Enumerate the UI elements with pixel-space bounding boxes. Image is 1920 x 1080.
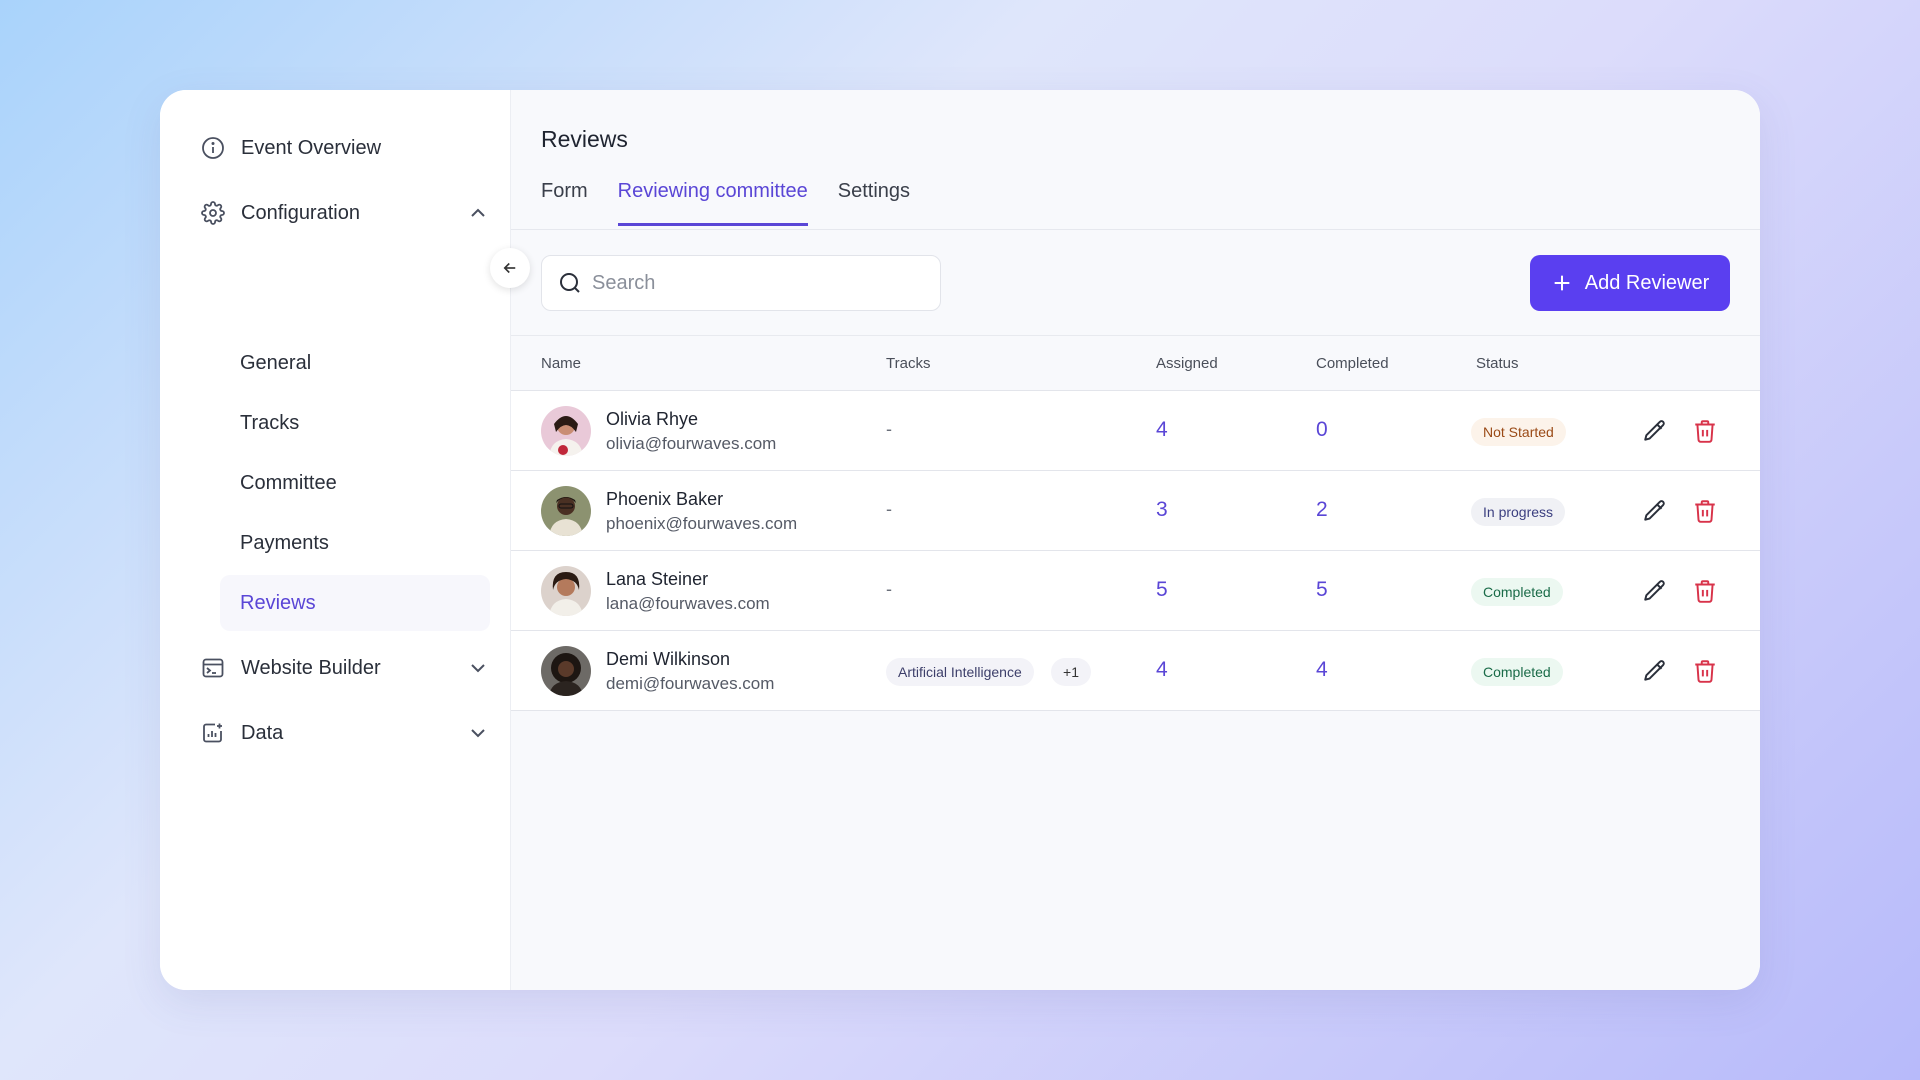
reviewer-email: phoenix@fourwaves.com [606, 514, 798, 533]
track-more-badge[interactable]: +1 [1051, 658, 1091, 686]
tab-bar: Form Reviewing committee Settings [541, 180, 910, 226]
assigned-count: 3 [1156, 498, 1168, 521]
status-badge: Completed [1471, 578, 1563, 606]
collapse-sidebar-button[interactable] [490, 248, 530, 288]
reviewer-email: demi@fourwaves.com [606, 674, 775, 693]
search-icon [558, 271, 582, 295]
trash-icon[interactable] [1691, 657, 1719, 685]
column-header-name[interactable]: Name [541, 355, 581, 372]
assigned-count: 4 [1156, 658, 1168, 681]
sidebar-item-event-overview[interactable]: Event Overview [200, 128, 480, 168]
main-content: Reviews Form Reviewing committee Setting… [510, 90, 1760, 990]
table-header: Name Tracks Assigned Completed Status [511, 335, 1760, 391]
tracks-cell: - [886, 579, 892, 599]
avatar [541, 406, 591, 456]
sidebar-subitem-general[interactable]: General [240, 345, 311, 381]
page-title: Reviews [541, 126, 628, 152]
reviewer-name: Olivia Rhye [606, 409, 699, 429]
trash-icon[interactable] [1691, 577, 1719, 605]
status-badge: Completed [1471, 658, 1563, 686]
tracks-cell: - [886, 419, 892, 439]
sidebar-subitem-payments[interactable]: Payments [240, 525, 329, 561]
avatar [541, 486, 591, 536]
column-header-assigned[interactable]: Assigned [1156, 355, 1218, 372]
status-badge: In progress [1471, 498, 1566, 526]
completed-count: 5 [1316, 578, 1328, 601]
edit-pencil-icon[interactable] [1641, 497, 1669, 525]
column-header-status[interactable]: Status [1476, 355, 1519, 372]
sidebar-item-data[interactable]: Data [200, 713, 485, 753]
search-box[interactable] [541, 255, 941, 311]
sidebar-item-label: Website Builder [241, 656, 381, 679]
tab-form[interactable]: Form [541, 180, 588, 226]
chevron-up-icon[interactable] [466, 201, 490, 225]
track-chip: Artificial Intelligence [886, 658, 1034, 686]
reviewer-name: Demi Wilkinson [606, 649, 731, 669]
divider [511, 229, 1760, 230]
sidebar-item-label: Data [241, 721, 284, 744]
reviewer-name: Lana Steiner [606, 569, 709, 589]
status-badge: Not Started [1471, 418, 1566, 446]
trash-icon[interactable] [1691, 417, 1719, 445]
edit-pencil-icon[interactable] [1641, 657, 1669, 685]
chevron-down-icon[interactable] [466, 721, 490, 745]
sidebar-item-label: Event Overview [241, 136, 382, 159]
completed-count: 4 [1316, 658, 1328, 681]
plus-icon [1551, 272, 1573, 294]
app-window: Event Overview Configuration General Tra… [160, 90, 1760, 990]
completed-count: 0 [1316, 418, 1328, 441]
sidebar: Event Overview Configuration General Tra… [160, 90, 510, 990]
column-header-completed[interactable]: Completed [1316, 355, 1389, 372]
reviewer-email: lana@fourwaves.com [606, 594, 770, 613]
edit-pencil-icon[interactable] [1641, 417, 1669, 445]
edit-pencil-icon[interactable] [1641, 577, 1669, 605]
avatar [541, 646, 591, 696]
add-reviewer-button[interactable]: Add Reviewer [1530, 255, 1730, 311]
search-input[interactable] [592, 271, 922, 295]
data-chart-icon [200, 720, 226, 746]
tab-settings[interactable]: Settings [838, 180, 910, 226]
info-icon [200, 135, 226, 161]
browser-window-icon [200, 655, 226, 681]
arrow-left-icon [501, 259, 519, 277]
tracks-cell: - [886, 499, 892, 519]
sidebar-item-website-builder[interactable]: Website Builder [200, 648, 485, 688]
reviewer-email: olivia@fourwaves.com [606, 434, 777, 453]
add-reviewer-label: Add Reviewer [1584, 271, 1710, 294]
gear-icon [200, 200, 226, 226]
assigned-count: 4 [1156, 418, 1168, 441]
tab-reviewing-committee[interactable]: Reviewing committee [617, 180, 808, 226]
sidebar-subitem-committee[interactable]: Committee [240, 465, 337, 501]
avatar [541, 566, 591, 616]
trash-icon[interactable] [1691, 497, 1719, 525]
sidebar-item-configuration[interactable]: Configuration [200, 193, 485, 233]
sidebar-item-label: Configuration [241, 201, 360, 224]
column-header-tracks[interactable]: Tracks [886, 355, 930, 372]
reviewer-name: Phoenix Baker [606, 489, 724, 509]
table-row: Phoenix Baker phoenix@fourwaves.com - 3 … [511, 471, 1760, 551]
assigned-count: 5 [1156, 578, 1168, 601]
chevron-down-icon[interactable] [466, 656, 490, 680]
completed-count: 2 [1316, 498, 1328, 521]
sidebar-subitem-reviews[interactable]: Reviews [220, 575, 490, 631]
table-row: Demi Wilkinson demi@fourwaves.com Artifi… [511, 631, 1760, 711]
table-row: Lana Steiner lana@fourwaves.com - 5 5 Co… [511, 551, 1760, 631]
sidebar-subitem-tracks[interactable]: Tracks [240, 405, 299, 441]
table-row: Olivia Rhye olivia@fourwaves.com - 4 0 N… [511, 391, 1760, 471]
